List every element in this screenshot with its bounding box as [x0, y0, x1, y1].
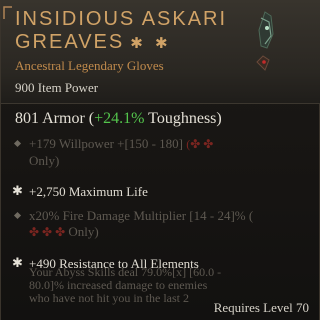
item-rank-stars: ✱ ✱	[130, 35, 172, 52]
gloves-item-icon	[256, 11, 274, 71]
corner-ornament-icon	[3, 6, 12, 19]
item-type: Ancestral Legendary Gloves	[15, 58, 164, 73]
level-requirement: Requires Level 70	[213, 300, 309, 315]
item-name: INSIDIOUS ASKARI GREAVES ✱ ✱	[15, 8, 227, 55]
greater-affix-icon: ✱	[12, 255, 23, 270]
item-power: 900 Item Power	[15, 80, 99, 95]
affix-diamond-icon	[13, 211, 22, 220]
armor-stat: 801 Armor (+24.1% Toughness)	[15, 110, 222, 127]
item-tooltip: INSIDIOUS ASKARI GREAVES ✱ ✱ Ancestral Le…	[0, 0, 320, 320]
tooltip-header: INSIDIOUS ASKARI GREAVES ✱ ✱ Ancestral Le…	[1, 0, 320, 103]
affix-diamond-icon	[13, 139, 22, 148]
stat-max-life-text: +2,750 Maximum Life	[29, 184, 148, 199]
class-restriction-icon: (✤ ✤	[186, 137, 214, 151]
stat-willpower-text: +179 Willpower +[150 - 180]	[29, 136, 183, 151]
stat-willpower-note: Only)	[29, 152, 60, 168]
class-restriction-icon: ✤ ✤ ✤	[29, 224, 66, 239]
header-divider	[1, 103, 320, 104]
item-name-line1: INSIDIOUS ASKARI	[15, 8, 228, 30]
stat-fire-damage-note: Only)	[68, 223, 99, 239]
greater-affix-icon: ✱	[12, 183, 23, 198]
item-name-line2: GREAVES ✱ ✱	[15, 31, 172, 53]
toughness-percent: +24.1%	[94, 110, 145, 127]
stat-fire-damage-text: x20% Fire Damage Multiplier [14 - 24]% (	[29, 208, 254, 223]
